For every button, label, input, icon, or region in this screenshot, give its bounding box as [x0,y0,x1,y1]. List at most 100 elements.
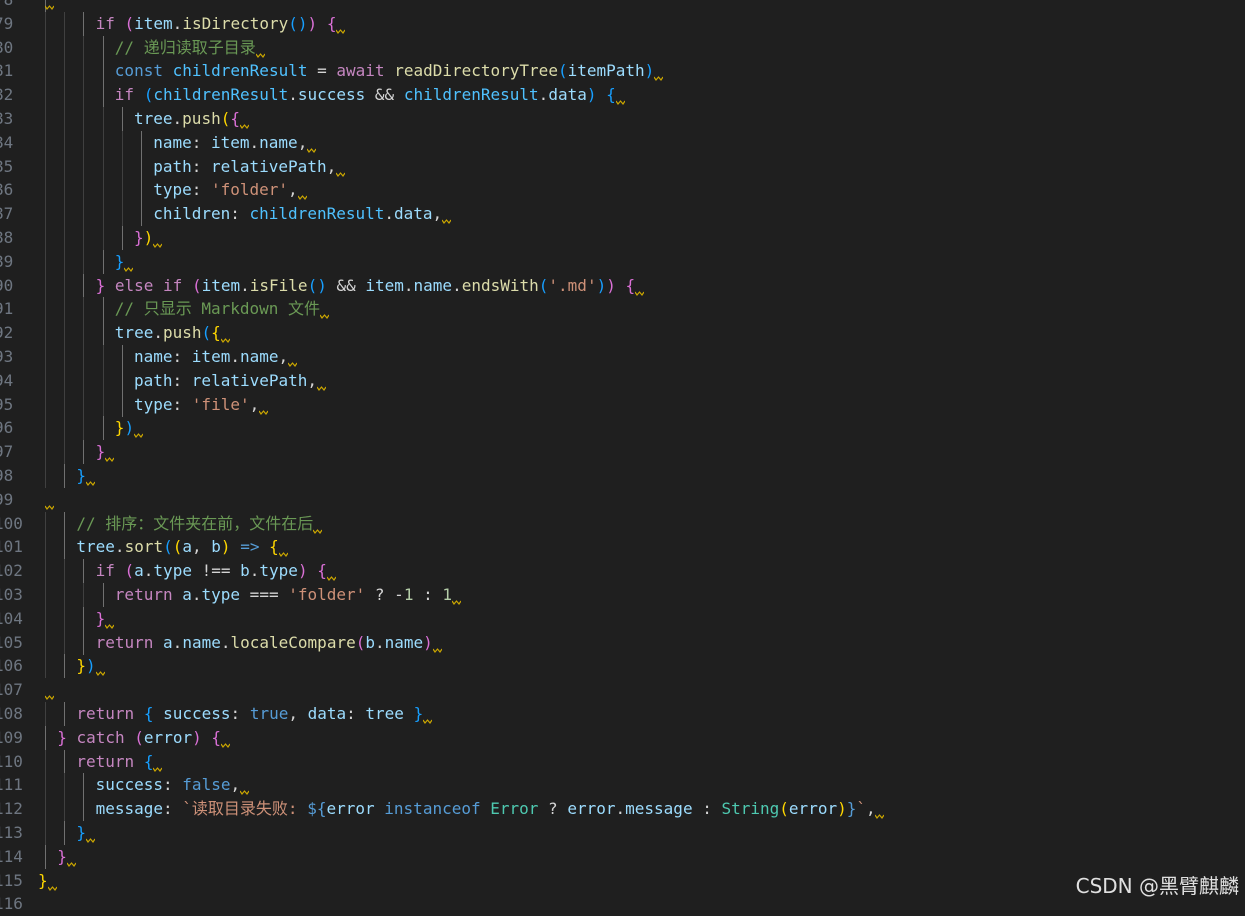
line-number: 93 [0,347,14,366]
indent-guide [64,511,66,536]
code-token: ( [191,275,202,295]
code-line[interactable]: 78 [0,0,1245,12]
code-line[interactable]: 93 name: item.name, [0,345,1245,369]
indent-guide [64,749,66,774]
code-line[interactable]: 102if (a.type !== b.type) { [0,559,1245,584]
code-token: tree [365,704,404,723]
code-token: name [153,132,192,152]
indent-guide [45,797,46,822]
code-text: name: item.name, [134,345,288,369]
code-line[interactable]: 106}) [0,654,1245,679]
line-number: 103 [0,585,23,604]
code-line[interactable]: 116 [0,892,1245,916]
indent-guide [64,821,66,845]
code-line[interactable]: 89} [0,249,1245,274]
code-line[interactable]: 99 [0,488,1245,512]
code-line[interactable]: 107 [0,678,1245,702]
code-line[interactable]: 87 children: childrenResult.data, [0,202,1245,227]
code-token: } [76,656,87,676]
indent-guide [102,59,104,84]
indent-guide [64,154,66,179]
code-token: } [846,799,857,819]
code-line[interactable]: 94 path: relativePath, [0,368,1245,393]
code-line[interactable]: 109} catch (error) { [0,725,1245,750]
code-line[interactable]: 80 // 递归读取子目录 [0,35,1245,60]
warning-squiggle-icon [105,623,115,629]
code-line[interactable]: 83 tree.push({ [0,107,1245,131]
code-token: , [432,204,443,224]
code-token: item [201,275,241,295]
code-line[interactable]: 112 message: `读取目录失败: ${error instanceof … [0,797,1245,822]
indent-guide [64,59,66,84]
code-line[interactable]: 88}) [0,226,1245,250]
code-token: ) [596,275,607,295]
code-line[interactable]: 104} [0,606,1245,631]
code-token: relativePath [210,156,327,176]
code-text: path: relativePath, [153,155,336,179]
code-text: } [96,607,106,631]
code-line[interactable]: 97} [0,440,1245,465]
indent-guide [64,464,66,488]
code-line[interactable]: 108 return { success: true, data: tree } [0,702,1245,726]
warning-squiggle-icon [153,766,163,772]
code-token: , [307,370,318,390]
code-text: if (childrenResult.success && childrenRe… [115,83,616,107]
code-token: b [365,632,375,652]
code-line[interactable]: 100 // 排序：文件夹在前，文件在后 [0,511,1245,536]
warning-squiggle-icon [313,528,323,534]
code-line[interactable]: 115} [0,869,1245,893]
code-line[interactable]: 92 tree.push({ [0,321,1245,346]
code-token: isDirectory [182,13,289,33]
code-line[interactable]: 110 return { [0,749,1245,774]
code-line[interactable]: 105return a.name.localeCompare(b.name) [0,630,1245,655]
indent-guide [83,107,85,131]
code-line[interactable]: 81 const childrenResult = await readDirec… [0,59,1245,84]
code-token: return [114,585,173,604]
warning-squiggle-icon [442,219,452,225]
code-line[interactable]: 101tree.sort((a, b) => { [0,535,1245,560]
code-token: . [172,13,183,33]
line-number: 95 [0,394,14,414]
code-line[interactable]: 114} [0,844,1245,869]
code-line[interactable]: 95 type: 'file', [0,392,1245,417]
code-token: ) [644,61,655,81]
line-number: 82 [0,85,14,105]
code-token: ? - [365,585,404,604]
code-line[interactable]: 82 if (childrenResult.success && children… [0,83,1245,108]
warning-squiggle-icon [153,243,163,249]
code-line[interactable]: 84name: item.name, [0,130,1245,155]
code-line[interactable]: 96}) [0,416,1245,441]
indent-guide [45,345,46,369]
code-token: if [95,561,115,581]
indent-guide [64,630,66,655]
code-token: , [288,180,298,200]
line-number: 92 [0,323,14,343]
code-line[interactable]: 91 // 只显示 Markdown 文件 [0,297,1245,322]
indent-guide [45,725,46,750]
indent-guide [83,368,85,393]
code-token: !== [191,561,241,581]
indent-guide [45,606,46,631]
code-editor[interactable]: 7879if (item.isDirectory()) {80// 递归读取子目… [0,0,1245,913]
code-line[interactable]: 86 type: 'folder', [0,178,1245,203]
code-line[interactable]: 103return a.type === 'folder' ? -1 : 1 [0,583,1245,607]
code-line[interactable]: 79 if (item.isDirectory()) { [0,11,1245,36]
code-line[interactable]: 111 success: false, [0,773,1245,798]
code-token: tree [114,323,154,343]
code-line[interactable]: 90} else if (item.isFile() && item.name.… [0,273,1245,298]
code-token: : [172,347,192,366]
indent-guide [64,321,66,346]
code-line[interactable]: 98} [0,464,1245,488]
line-number: 78 [0,0,13,12]
code-text: } [76,821,86,845]
code-line[interactable]: 85 path: relativePath, [0,154,1245,179]
code-line[interactable]: 113} [0,821,1245,845]
code-token: ? [538,799,568,819]
code-text: const childrenResult = await readDirecto… [115,59,655,83]
